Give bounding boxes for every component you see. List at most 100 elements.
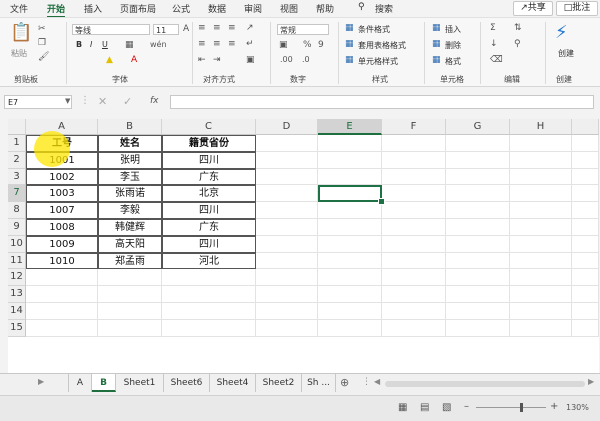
- cell[interactable]: [446, 303, 510, 320]
- row-header-14[interactable]: 14: [8, 303, 26, 320]
- menu-help[interactable]: 帮助: [316, 2, 334, 15]
- cell[interactable]: [318, 151, 382, 169]
- copy-icon[interactable]: ❐: [38, 38, 46, 48]
- table-cell[interactable]: 北京: [162, 185, 256, 203]
- row-header-9[interactable]: 9: [8, 219, 26, 236]
- cell[interactable]: [510, 202, 572, 219]
- table-cell[interactable]: 李毅: [98, 202, 162, 219]
- conditional-format-button[interactable]: 条件格式: [358, 24, 390, 35]
- zoom-slider-thumb[interactable]: [520, 403, 523, 412]
- cell[interactable]: [26, 319, 98, 337]
- table-cell[interactable]: 广东: [162, 168, 256, 186]
- autosum-icon[interactable]: Σ: [490, 23, 496, 33]
- cell[interactable]: [446, 235, 510, 253]
- cell[interactable]: [98, 303, 162, 320]
- table-cell[interactable]: 高天阳: [98, 235, 162, 253]
- cell[interactable]: [572, 286, 599, 303]
- row-header-2[interactable]: 2: [8, 151, 26, 169]
- delete-cells-icon[interactable]: ▦: [432, 39, 441, 49]
- italic-icon[interactable]: I: [90, 40, 92, 49]
- cell[interactable]: [256, 269, 318, 287]
- row-header-7[interactable]: 7: [8, 185, 26, 203]
- fill-handle[interactable]: [378, 198, 385, 206]
- cell[interactable]: [446, 286, 510, 303]
- cell[interactable]: [256, 303, 318, 320]
- cell[interactable]: [572, 252, 599, 270]
- cell[interactable]: [256, 252, 318, 270]
- cell[interactable]: [382, 219, 446, 236]
- cell[interactable]: [510, 269, 572, 287]
- cell[interactable]: [318, 319, 382, 337]
- cell[interactable]: [572, 319, 599, 337]
- enter-icon[interactable]: ✓: [123, 95, 132, 108]
- menu-insert[interactable]: 插入: [84, 2, 102, 15]
- table-cell[interactable]: 张明: [98, 151, 162, 169]
- menu-page-layout[interactable]: 页面布局: [120, 2, 156, 15]
- cell[interactable]: [256, 319, 318, 337]
- align-bottom-icon[interactable]: ≡: [228, 23, 236, 33]
- cell[interactable]: [256, 135, 318, 152]
- cell[interactable]: [382, 151, 446, 169]
- paste-label[interactable]: 粘贴: [11, 48, 27, 59]
- insert-function-icon[interactable]: fx: [150, 96, 159, 106]
- cell[interactable]: [318, 219, 382, 236]
- row-header-8[interactable]: 8: [8, 202, 26, 219]
- cell[interactable]: [572, 168, 599, 186]
- cell[interactable]: [382, 235, 446, 253]
- delete-cells-button[interactable]: 删除: [445, 40, 461, 51]
- column-header-c[interactable]: C: [162, 119, 256, 135]
- cell[interactable]: [510, 286, 572, 303]
- cell[interactable]: [446, 185, 510, 203]
- cell[interactable]: [510, 219, 572, 236]
- worksheet-grid[interactable]: A B C D E F G H 123789101112131415 工号姓名籍…: [8, 119, 599, 373]
- sheet-tab-sheet2[interactable]: Sheet2: [256, 374, 302, 392]
- row-header-10[interactable]: 10: [8, 235, 26, 253]
- font-grow-icon[interactable]: A: [183, 24, 189, 34]
- bold-icon[interactable]: B: [76, 40, 82, 49]
- cell[interactable]: [572, 219, 599, 236]
- menu-file[interactable]: 文件: [10, 2, 28, 15]
- cell[interactable]: [26, 303, 98, 320]
- more-options-icon[interactable]: ⋮: [362, 377, 371, 387]
- cell[interactable]: [446, 219, 510, 236]
- conditional-format-icon[interactable]: ▦: [345, 23, 354, 33]
- increase-decimal-icon[interactable]: .00: [280, 55, 293, 65]
- column-header-d[interactable]: D: [256, 119, 318, 135]
- column-header-f[interactable]: F: [382, 119, 446, 135]
- sheet-tab-sheet6[interactable]: Sheet6: [164, 374, 210, 392]
- cell[interactable]: [572, 235, 599, 253]
- sort-filter-icon[interactable]: ⇅: [514, 23, 522, 33]
- row-header-12[interactable]: 12: [8, 269, 26, 287]
- cell[interactable]: [382, 252, 446, 270]
- select-all-corner[interactable]: [8, 119, 26, 135]
- align-top-icon[interactable]: ≡: [198, 23, 206, 33]
- zoom-slider[interactable]: [476, 407, 546, 408]
- clear-icon[interactable]: ⌫: [490, 55, 503, 65]
- cell[interactable]: [162, 303, 256, 320]
- table-format-button[interactable]: 套用表格格式: [358, 40, 406, 51]
- table-cell[interactable]: 四川: [162, 235, 256, 253]
- formula-input[interactable]: [170, 95, 594, 109]
- cell[interactable]: [318, 303, 382, 320]
- cell[interactable]: [318, 235, 382, 253]
- cell[interactable]: [446, 135, 510, 152]
- zoom-out-icon[interactable]: –: [464, 401, 469, 412]
- insert-cells-icon[interactable]: ▦: [432, 23, 441, 33]
- column-header-e[interactable]: E: [318, 119, 382, 135]
- cell[interactable]: [318, 252, 382, 270]
- scroll-right-icon[interactable]: ▶: [588, 377, 594, 386]
- menu-review[interactable]: 审阅: [244, 2, 262, 15]
- phonetic-icon[interactable]: wén: [150, 40, 167, 50]
- share-button[interactable]: ↗共享: [513, 1, 553, 16]
- row-header-1[interactable]: 1: [8, 135, 26, 152]
- cell[interactable]: [26, 269, 98, 287]
- cell[interactable]: [572, 202, 599, 219]
- cell[interactable]: [256, 286, 318, 303]
- cell[interactable]: [510, 185, 572, 203]
- cell[interactable]: [572, 269, 599, 287]
- sheet-tab-sheet4[interactable]: Sheet4: [210, 374, 256, 392]
- table-cell[interactable]: 1003: [26, 185, 98, 203]
- active-cell-e7[interactable]: [318, 185, 382, 203]
- cell[interactable]: [256, 168, 318, 186]
- fill-color-icon[interactable]: ▲: [106, 55, 113, 65]
